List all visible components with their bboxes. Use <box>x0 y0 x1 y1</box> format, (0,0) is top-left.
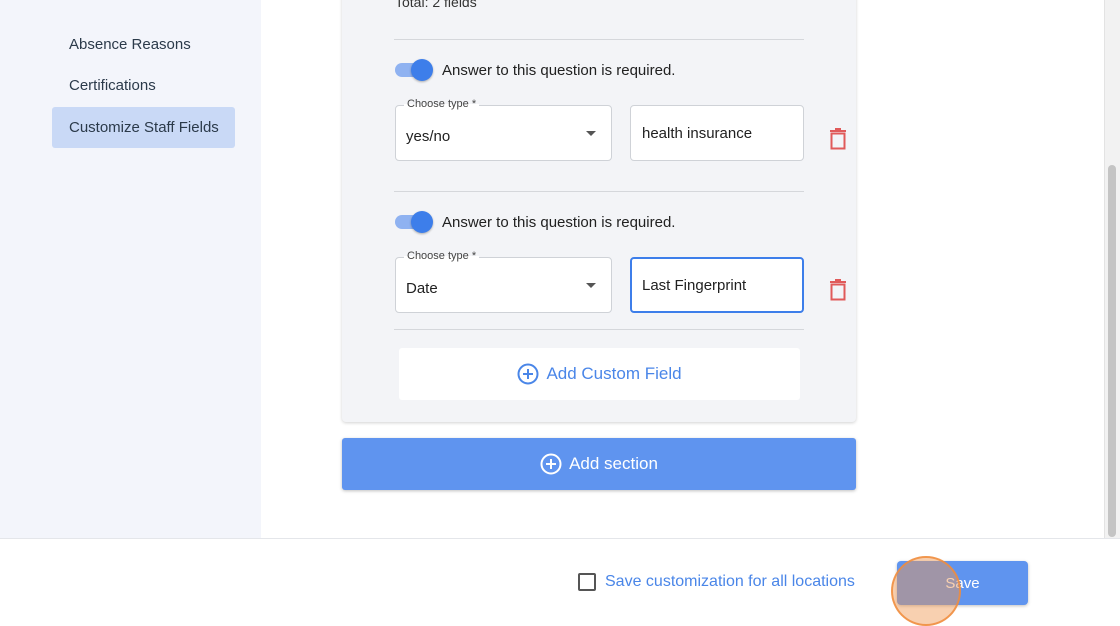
caret-down-icon <box>586 131 596 136</box>
fields-total-count: Total: 2 fields <box>395 0 477 10</box>
save-button[interactable]: Save <box>897 561 1028 605</box>
field-type-label: Choose type * <box>404 250 480 262</box>
divider <box>394 39 804 40</box>
add-section-button[interactable]: Add section <box>342 438 856 490</box>
toggle-thumb <box>411 59 433 81</box>
divider <box>394 329 804 330</box>
required-toggle-label: Answer to this question is required. <box>442 61 676 79</box>
add-custom-field-label: Add Custom Field <box>546 364 682 383</box>
sidebar-item-certifications[interactable]: Certifications <box>52 65 235 106</box>
sidebar-item-label: Absence Reasons <box>69 36 191 53</box>
field-type-value: yes/no <box>406 128 451 145</box>
sidebar-item-label: Customize Staff Fields <box>69 119 219 136</box>
add-section-label: Add section <box>569 454 658 473</box>
field-name-value: Last Fingerprint <box>642 276 747 294</box>
sidebar-item-label: Certifications <box>69 77 156 94</box>
plus-circle-icon <box>517 363 539 385</box>
toggle-thumb <box>411 211 433 233</box>
divider <box>394 191 804 192</box>
scrollbar-thumb[interactable] <box>1108 165 1116 537</box>
sidebar-item-absence-reasons[interactable]: Absence Reasons <box>52 24 235 65</box>
required-toggle-row: Answer to this question is required. <box>394 210 675 234</box>
add-custom-field-button[interactable]: Add Custom Field <box>399 348 800 400</box>
field-type-select[interactable]: Choose type * Date <box>395 250 612 313</box>
sidebar-item-customize-staff-fields[interactable]: Customize Staff Fields <box>52 107 235 148</box>
trash-icon[interactable] <box>829 128 847 150</box>
caret-down-icon <box>586 283 596 288</box>
required-toggle[interactable] <box>394 210 434 234</box>
required-toggle[interactable] <box>394 58 434 82</box>
required-toggle-row: Answer to this question is required. <box>394 58 675 82</box>
field-type-value: Date <box>406 280 438 297</box>
trash-icon[interactable] <box>829 279 847 301</box>
plus-circle-icon <box>540 453 562 475</box>
field-name-value: health insurance <box>642 124 753 142</box>
required-toggle-label: Answer to this question is required. <box>442 213 676 231</box>
save-for-all-locations-checkbox-row[interactable]: Save customization for all locations <box>578 573 855 591</box>
save-for-all-locations-checkbox[interactable] <box>578 573 596 591</box>
sidebar: Absence Reasons Certifications Customize… <box>0 0 261 538</box>
field-name-input[interactable]: health insurance <box>630 105 804 161</box>
field-type-label: Choose type * <box>404 98 480 110</box>
field-type-select[interactable]: Choose type * yes/no <box>395 98 612 161</box>
save-button-label: Save <box>945 574 980 592</box>
field-name-input[interactable]: Last Fingerprint <box>630 257 804 313</box>
save-for-all-locations-label: Save customization for all locations <box>605 573 855 590</box>
page: Absence Reasons Certifications Customize… <box>0 0 1120 626</box>
